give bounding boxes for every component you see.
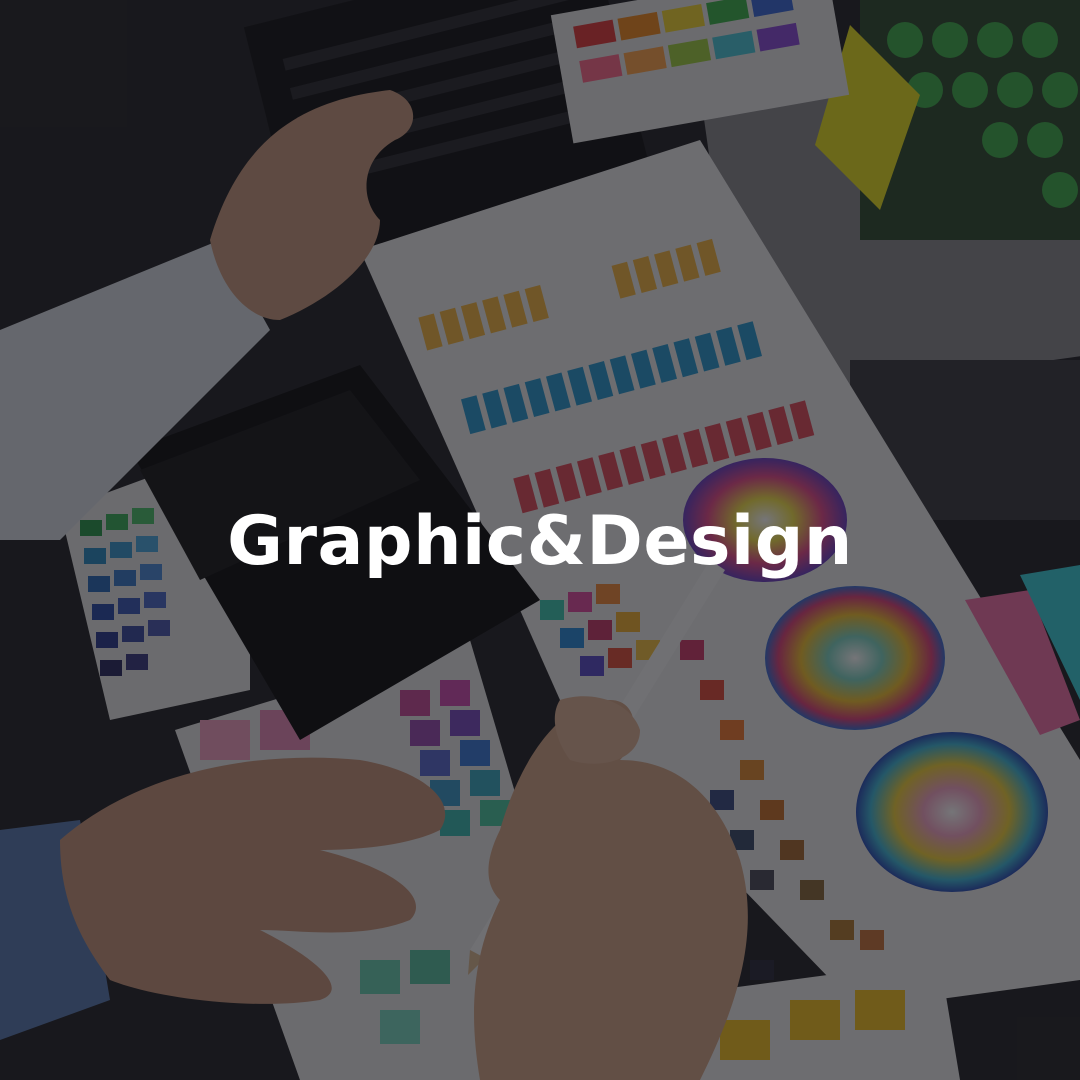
banner-title: Graphic&Design (227, 502, 853, 581)
graphic-design-banner: Graphic&Design (0, 0, 1080, 1080)
